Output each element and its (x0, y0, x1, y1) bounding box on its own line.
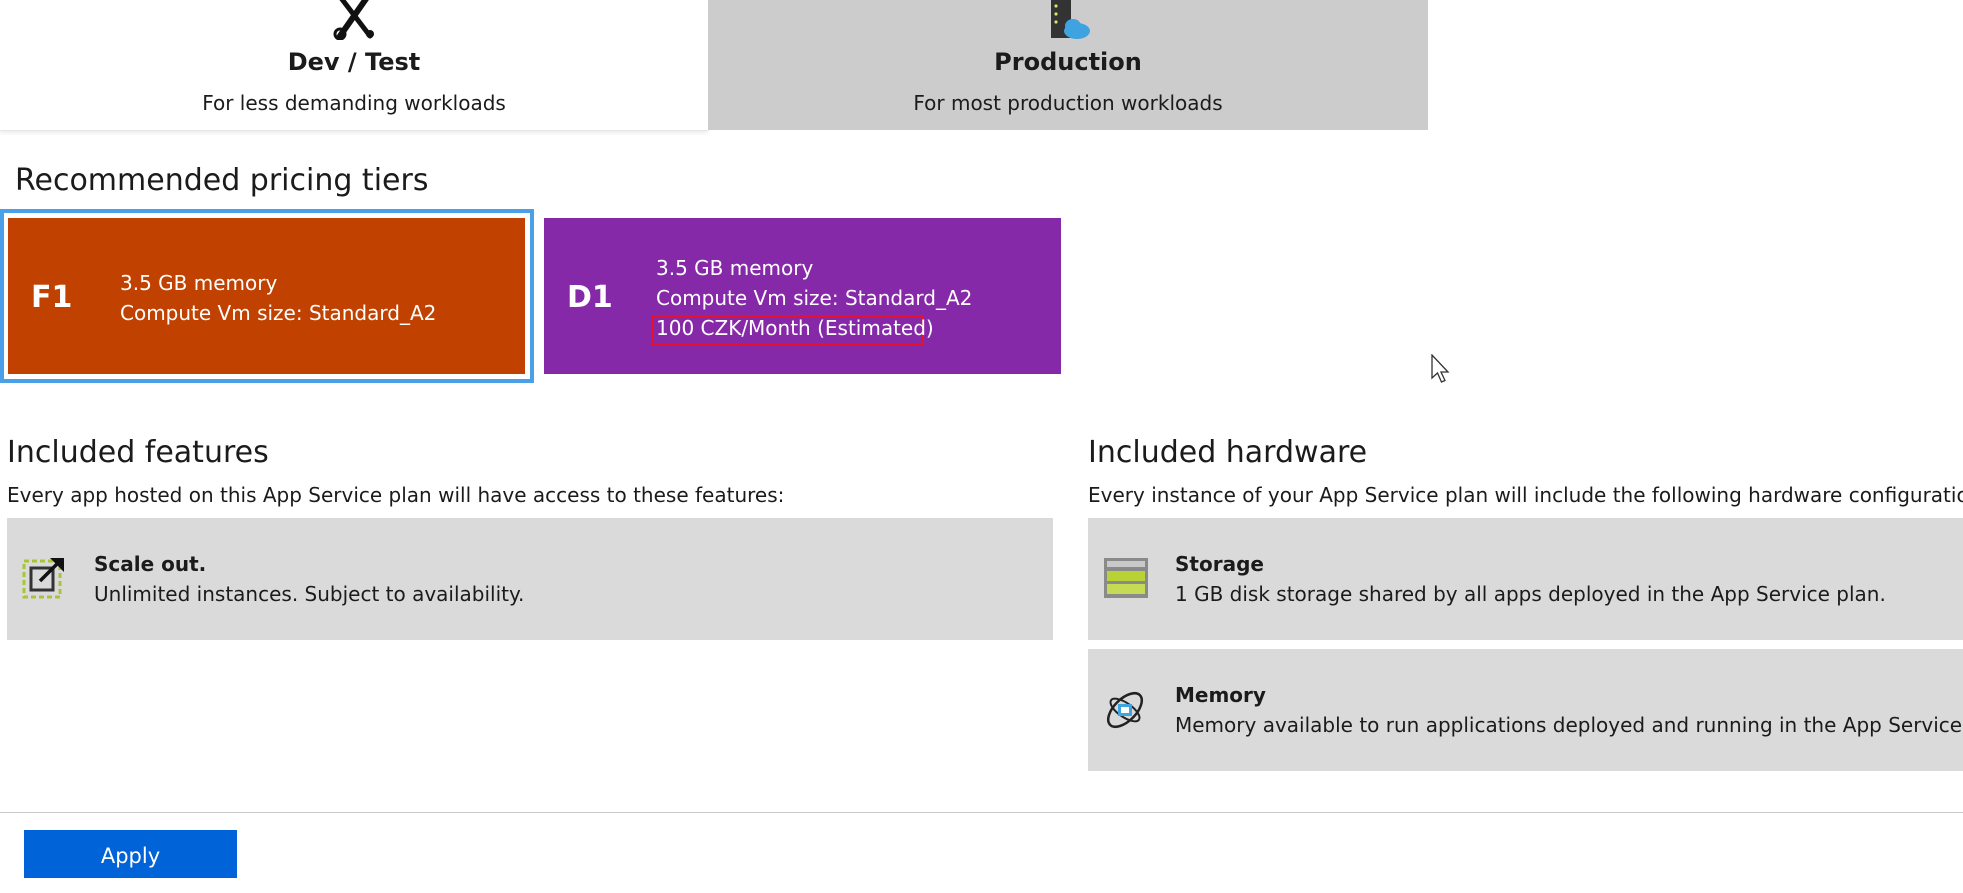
server-cloud-icon (1051, 0, 1090, 39)
tier-memory: 3.5 GB memory (120, 271, 278, 295)
tier-vm-size: Compute Vm size: Standard_A2 (120, 301, 437, 325)
hardware-description: Every instance of your App Service plan … (1088, 483, 1963, 507)
tier-code: F1 (31, 280, 73, 315)
tools-icon (333, 0, 374, 40)
hardware-description-memory: Memory available to run applications dep… (1175, 713, 1963, 737)
memory-icon (1106, 691, 1144, 729)
apply-button[interactable]: Apply (24, 830, 237, 878)
tab-dev-test[interactable]: Dev / Test For less demanding workloads (0, 0, 708, 131)
hardware-description-storage: 1 GB disk storage shared by all apps dep… (1175, 582, 1886, 606)
tier-card-d1[interactable]: D1 3.5 GB memory Compute Vm size: Standa… (544, 218, 1061, 374)
mouse-cursor-icon (1431, 354, 1450, 383)
tier-price: 100 CZK/Month (Estimated) (656, 316, 934, 340)
storage-icon (1104, 558, 1148, 598)
tier-card-f1[interactable]: F1 3.5 GB memory Compute Vm size: Standa… (8, 218, 525, 374)
footer-divider (0, 812, 1963, 813)
hardware-title-memory: Memory (1175, 683, 1266, 707)
features-title: Included features (7, 435, 269, 470)
hardware-card-memory: Memory Memory available to run applicati… (1088, 649, 1963, 771)
hardware-title: Included hardware (1088, 435, 1368, 470)
features-description: Every app hosted on this App Service pla… (7, 483, 785, 507)
feature-description: Unlimited instances. Subject to availabi… (94, 582, 525, 606)
tier-code: D1 (567, 280, 613, 315)
tab-title: Production (994, 48, 1142, 76)
feature-card-scale-out: Scale out. Unlimited instances. Subject … (7, 518, 1053, 640)
hardware-card-storage: Storage 1 GB disk storage shared by all … (1088, 518, 1963, 640)
tier-vm-size: Compute Vm size: Standard_A2 (656, 286, 973, 310)
feature-title: Scale out. (94, 552, 207, 576)
tab-production[interactable]: Production For most production workloads (708, 0, 1428, 130)
tab-subtitle: For less demanding workloads (202, 91, 506, 115)
scale-out-icon (22, 557, 64, 599)
tab-title: Dev / Test (287, 48, 421, 76)
tier-memory: 3.5 GB memory (656, 256, 814, 280)
tab-subtitle: For most production workloads (913, 91, 1223, 115)
hardware-title-storage: Storage (1175, 552, 1264, 576)
recommended-title: Recommended pricing tiers (15, 163, 429, 198)
